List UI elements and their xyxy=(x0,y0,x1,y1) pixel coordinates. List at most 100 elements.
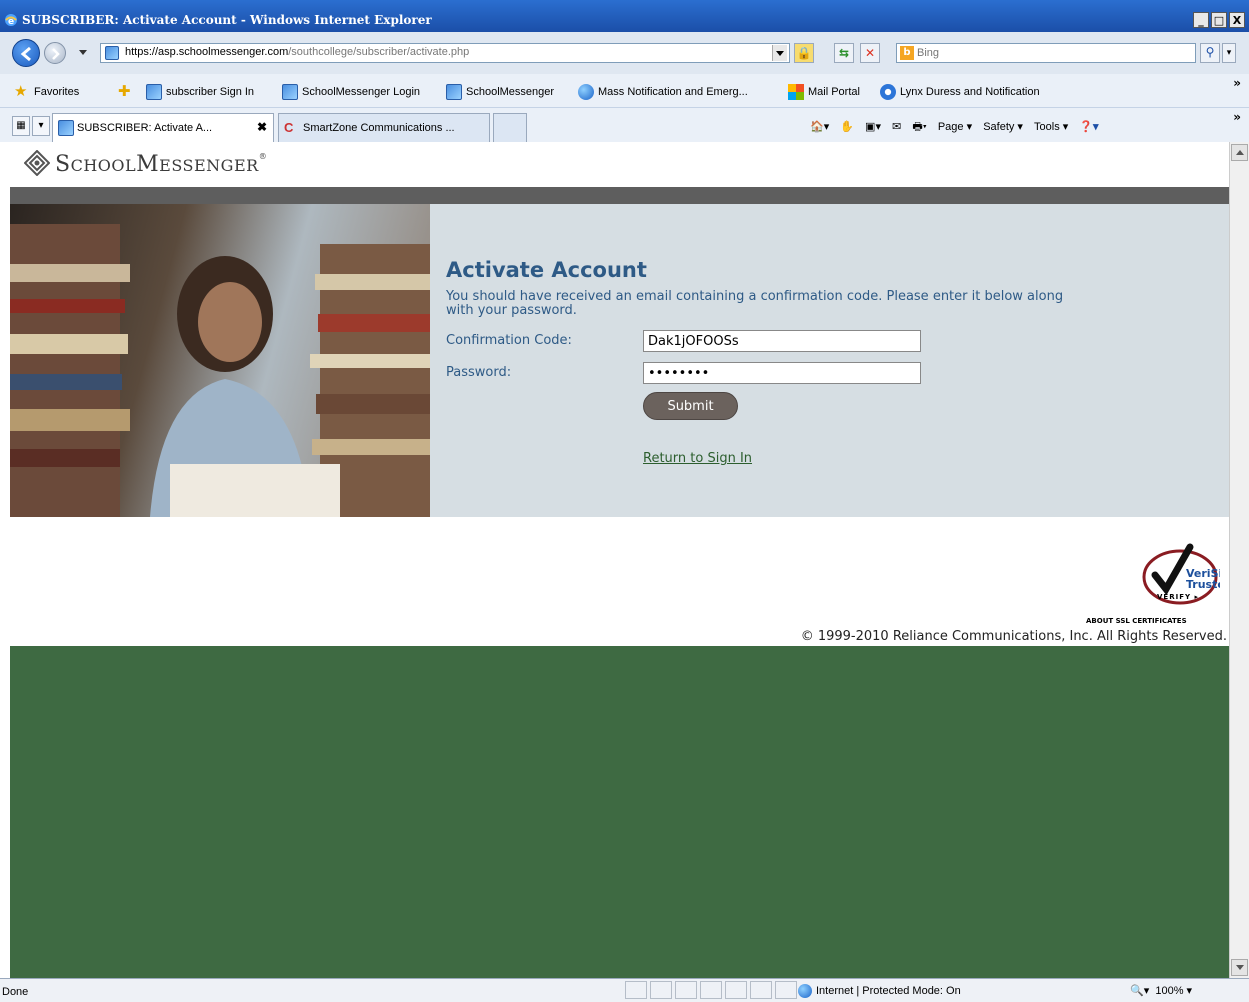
site-header: SCHOOLMESSENGER® xyxy=(10,142,1229,187)
schoolmessenger-icon xyxy=(282,84,298,100)
registered-mark: ® xyxy=(258,152,268,161)
scroll-up-button[interactable] xyxy=(1231,144,1248,161)
search-button[interactable]: ⚲ xyxy=(1200,43,1220,63)
tab-bar: ▦ ▾ SUBSCRIBER: Activate A... ✖ C SmartZ… xyxy=(0,108,1249,142)
brand-name: SCHOOLMESSENGER® xyxy=(55,152,267,177)
internet-explorer-icon xyxy=(880,84,896,100)
favorites-overflow-chevron-icon[interactable]: » xyxy=(1233,76,1241,90)
verisign-seal[interactable]: VeriSign Trusted xyxy=(1080,527,1220,607)
return-to-sign-in-link[interactable]: Return to Sign In xyxy=(643,451,752,466)
search-box[interactable]: b xyxy=(896,43,1196,63)
about-ssl-link[interactable]: ABOUT SSL CERTIFICATES xyxy=(1086,617,1187,625)
status-segment xyxy=(675,981,697,999)
smartzone-icon: C xyxy=(284,120,294,135)
instructions-text: You should have received an email contai… xyxy=(446,289,1064,318)
minimize-button[interactable]: _ xyxy=(1193,12,1209,28)
search-options-dropdown[interactable]: ▾ xyxy=(1222,43,1236,63)
refresh-icon[interactable]: ⇆ xyxy=(834,43,854,63)
page-footer: VeriSign Trusted VERIFY ▸ ABOUT SSL CERT… xyxy=(10,517,1229,646)
tab-subscriber-activate[interactable]: SUBSCRIBER: Activate A... ✖ xyxy=(52,113,274,142)
search-input[interactable] xyxy=(917,45,1187,61)
verify-link[interactable]: VERIFY ▸ xyxy=(1157,593,1199,601)
forward-button[interactable] xyxy=(44,42,66,64)
new-tab-button[interactable] xyxy=(493,113,527,142)
feeds-icon[interactable]: ▣▾ xyxy=(865,120,881,133)
brand-letter: M xyxy=(136,152,160,177)
favorite-link-schoolmessenger-login[interactable]: SchoolMessenger Login xyxy=(282,84,420,100)
schoolmessenger-icon xyxy=(58,120,74,136)
security-zone-text: Internet | Protected Mode: On xyxy=(816,985,961,997)
favorite-link-mail-portal[interactable]: Mail Portal xyxy=(788,84,860,100)
favorites-star-icon: ★ xyxy=(14,83,28,100)
url-text: https://asp.schoolmessenger.com/southcol… xyxy=(125,46,469,58)
back-arrow-icon xyxy=(20,46,31,62)
header-divider-bar xyxy=(10,187,1229,204)
globe-icon xyxy=(578,84,594,100)
favorite-label: Mass Notification and Emerg... xyxy=(598,86,748,98)
status-segment xyxy=(775,981,797,999)
window-title: SUBSCRIBER: Activate Account - Windows I… xyxy=(22,13,432,27)
windows-logo-icon xyxy=(788,84,804,100)
activate-form-panel: Activate Account You should have receive… xyxy=(430,204,1229,517)
scroll-down-button[interactable] xyxy=(1231,959,1248,976)
stop-icon[interactable]: ✕ xyxy=(860,43,880,63)
bing-icon: b xyxy=(900,46,914,60)
tab-label: SmartZone Communications ... xyxy=(303,122,455,134)
safety-menu[interactable]: Safety ▾ xyxy=(983,120,1023,133)
favorite-link-subscriber-sign-in[interactable]: subscriber Sign In xyxy=(146,84,254,100)
toolbar-overflow-chevron-icon[interactable]: » xyxy=(1233,110,1241,124)
password-input[interactable] xyxy=(643,362,921,384)
favorite-link-mass-notification[interactable]: Mass Notification and Emerg... xyxy=(578,84,748,100)
schoolmessenger-icon xyxy=(146,84,162,100)
favorite-label: Mail Portal xyxy=(808,86,860,98)
home-icon[interactable]: 🏠▾ xyxy=(810,120,829,133)
maximize-button[interactable]: □ xyxy=(1211,12,1227,28)
favorites-bar: ★ Favorites ✚ subscriber Sign In SchoolM… xyxy=(0,74,1249,108)
close-tab-icon[interactable]: ✖ xyxy=(257,120,267,134)
submit-button[interactable]: Submit xyxy=(643,392,738,420)
page-menu[interactable]: Page ▾ xyxy=(938,120,972,133)
favorite-label: Lynx Duress and Notification xyxy=(900,86,1040,98)
page-content: SCHOOLMESSENGER® Activate Account You sh… xyxy=(10,142,1229,978)
favorite-label: subscriber Sign In xyxy=(166,86,255,98)
back-button[interactable] xyxy=(12,39,40,67)
status-bar: Done Internet | Protected Mode: On 🔍▾ 10… xyxy=(0,978,1249,1002)
internet-zone-icon xyxy=(798,984,812,998)
tab-label: SUBSCRIBER: Activate A... xyxy=(77,122,213,134)
brand-part: ESSENGER xyxy=(159,156,259,175)
page-favicon-icon xyxy=(105,46,119,60)
forward-arrow-icon xyxy=(52,48,60,60)
command-bar: 🏠▾ ✋ ▣▾ ✉ 🖶▾ Page ▾ Safety ▾ Tools ▾ ❓▾ xyxy=(810,118,1107,137)
schoolmessenger-icon xyxy=(446,84,462,100)
confirmation-code-label: Confirmation Code: xyxy=(446,333,572,348)
help-icon[interactable]: ❓▾ xyxy=(1079,120,1098,133)
security-lock-icon[interactable]: 🔒 xyxy=(794,43,814,63)
internet-explorer-icon: e xyxy=(5,14,17,27)
favorite-link-schoolmessenger[interactable]: SchoolMessenger xyxy=(446,84,554,100)
add-favorite-button[interactable]: ✚ xyxy=(118,84,134,100)
favorites-label: Favorites xyxy=(34,86,80,98)
favorite-link-lynx[interactable]: Lynx Duress and Notification xyxy=(880,84,1040,100)
quick-tabs-button[interactable]: ▦ xyxy=(12,116,30,136)
security-zone[interactable]: Internet | Protected Mode: On xyxy=(798,984,961,998)
address-dropdown-button[interactable] xyxy=(772,45,787,61)
password-label: Password: xyxy=(446,365,512,380)
favorite-label: SchoolMessenger Login xyxy=(302,86,421,98)
print-icon[interactable]: 🖶▾ xyxy=(912,118,926,137)
url-path: /southcollege/subscriber/activate.php xyxy=(288,46,470,58)
zoom-control[interactable]: 🔍▾ 100% ▾ xyxy=(1130,984,1192,997)
zoom-level: 100% xyxy=(1155,985,1184,997)
vertical-scrollbar[interactable] xyxy=(1229,142,1249,978)
favorites-button[interactable]: ★ Favorites xyxy=(14,84,79,100)
address-field[interactable]: https://asp.schoolmessenger.com/southcol… xyxy=(100,43,790,63)
tab-smartzone[interactable]: C SmartZone Communications ... xyxy=(278,113,490,142)
mail-icon[interactable]: ✉ xyxy=(892,120,901,133)
window-titlebar[interactable]: e SUBSCRIBER: Activate Account - Windows… xyxy=(0,0,1249,32)
recent-pages-dropdown[interactable] xyxy=(79,50,87,55)
hand-icon[interactable]: ✋ xyxy=(840,120,854,133)
tools-menu[interactable]: Tools ▾ xyxy=(1034,120,1068,133)
close-window-button[interactable]: X xyxy=(1229,12,1245,28)
status-segment xyxy=(650,981,672,999)
confirmation-code-input[interactable] xyxy=(643,330,921,352)
tab-list-dropdown[interactable]: ▾ xyxy=(32,116,50,136)
